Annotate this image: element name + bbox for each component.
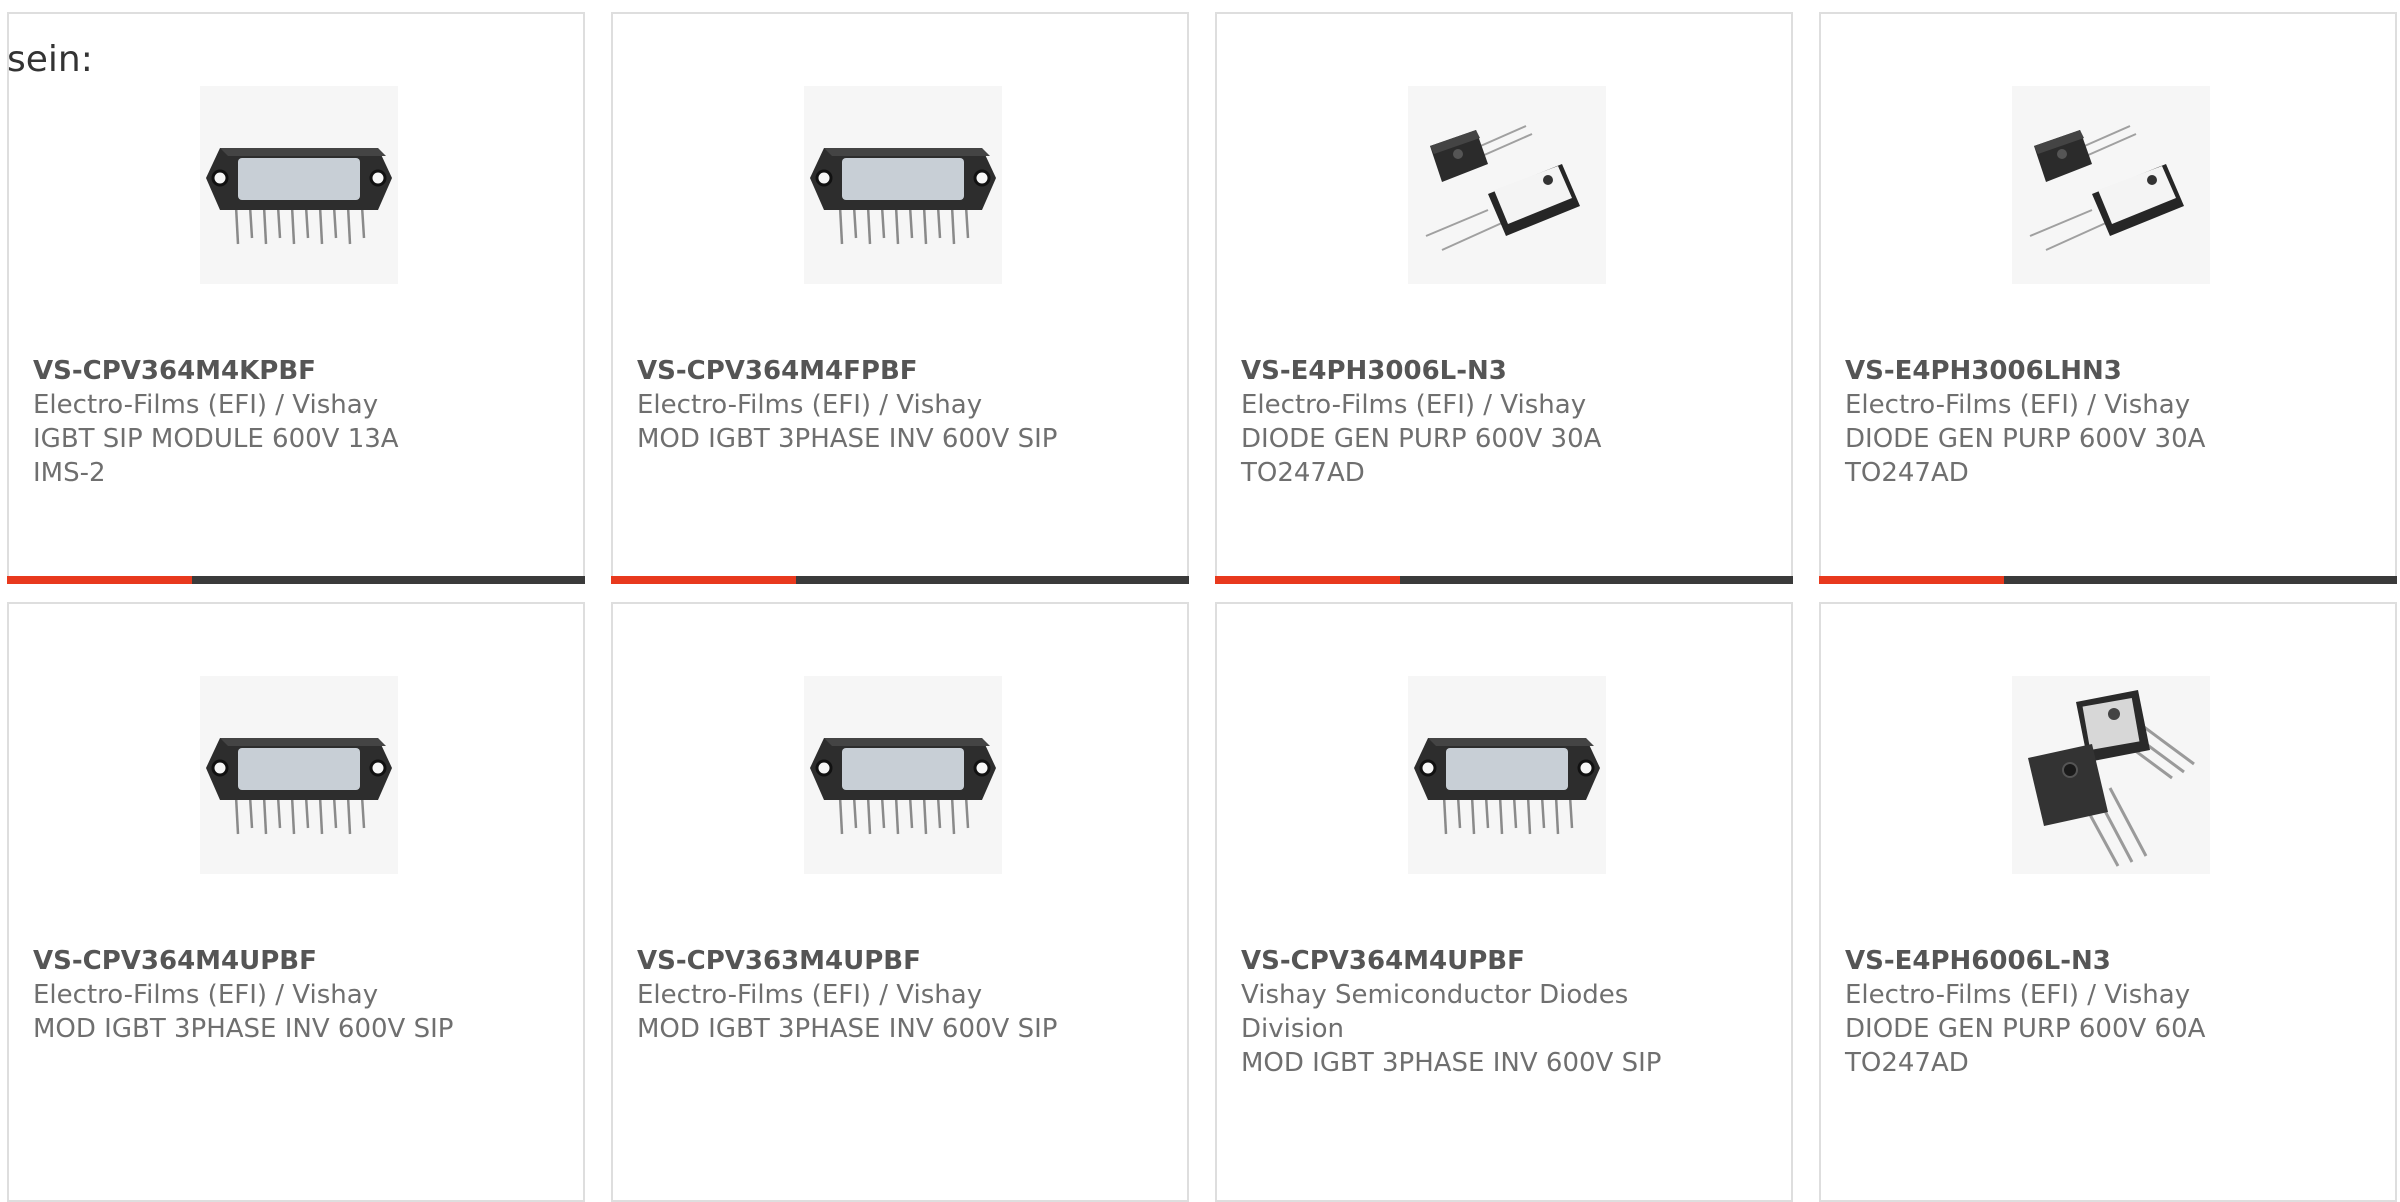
- manufacturer-line-2: Division: [1241, 1014, 1345, 1044]
- product-info: VS-CPV364M4FPBF Electro-Films (EFI) / Vi…: [637, 354, 1163, 456]
- part-number-link[interactable]: VS-CPV364M4KPBF: [33, 354, 559, 388]
- description-line-2: TO247AD: [1241, 458, 1365, 488]
- manufacturer: Electro-Films (EFI) / Vishay: [33, 980, 379, 1010]
- description: DIODE GEN PURP 600V 30A: [1845, 424, 2206, 454]
- to247-2lead-icon[interactable]: [1408, 86, 1606, 284]
- part-number-link[interactable]: VS-E4PH3006L-N3: [1241, 354, 1767, 388]
- sip-module-icon[interactable]: [804, 676, 1002, 874]
- sip-module-icon[interactable]: [200, 676, 398, 874]
- product-info: VS-CPV363M4UPBF Electro-Films (EFI) / Vi…: [637, 944, 1163, 1046]
- to247-2lead-icon[interactable]: [2012, 86, 2210, 284]
- accent-segment: [1819, 576, 2004, 584]
- card-accent-bar: [611, 576, 1189, 584]
- product-info: VS-CPV364M4UPBF Vishay Semiconductor Dio…: [1241, 944, 1767, 1080]
- description: DIODE GEN PURP 600V 30A: [1241, 424, 1602, 454]
- part-number-link[interactable]: VS-CPV364M4UPBF: [1241, 944, 1767, 978]
- manufacturer: Electro-Films (EFI) / Vishay: [1845, 390, 2191, 420]
- product-info: VS-CPV364M4KPBF Electro-Films (EFI) / Vi…: [33, 354, 559, 490]
- product-card[interactable]: VS-CPV363M4UPBF Electro-Films (EFI) / Vi…: [611, 602, 1189, 1202]
- to247-3lead-icon[interactable]: [2012, 676, 2210, 874]
- card-accent-bar: [1819, 576, 2397, 584]
- manufacturer: Electro-Films (EFI) / Vishay: [33, 390, 379, 420]
- accent-segment: [611, 576, 796, 584]
- manufacturer: Electro-Films (EFI) / Vishay: [637, 980, 983, 1010]
- description: DIODE GEN PURP 600V 60A: [1845, 1014, 2206, 1044]
- part-number-link[interactable]: VS-CPV364M4FPBF: [637, 354, 1163, 388]
- part-number-link[interactable]: VS-CPV363M4UPBF: [637, 944, 1163, 978]
- product-info: VS-E4PH3006LHN3 Electro-Films (EFI) / Vi…: [1845, 354, 2371, 490]
- product-card[interactable]: VS-CPV364M4FPBF Electro-Films (EFI) / Vi…: [611, 12, 1189, 584]
- manufacturer: Electro-Films (EFI) / Vishay: [1241, 390, 1587, 420]
- manufacturer: Vishay Semiconductor Diodes: [1241, 980, 1629, 1010]
- manufacturer: Electro-Films (EFI) / Vishay: [637, 390, 983, 420]
- description: MOD IGBT 3PHASE INV 600V SIP: [637, 424, 1058, 454]
- product-card[interactable]: VS-CPV364M4UPBF Electro-Films (EFI) / Vi…: [7, 602, 585, 1202]
- description-line-2: IMS-2: [33, 458, 106, 488]
- description: MOD IGBT 3PHASE INV 600V SIP: [637, 1014, 1058, 1044]
- accent-segment: [7, 576, 192, 584]
- sip-module-icon[interactable]: [200, 86, 398, 284]
- part-number-link[interactable]: VS-E4PH6006L-N3: [1845, 944, 2371, 978]
- description: MOD IGBT 3PHASE INV 600V SIP: [33, 1014, 454, 1044]
- manufacturer: Electro-Films (EFI) / Vishay: [1845, 980, 2191, 1010]
- description-line-2: TO247AD: [1845, 458, 1969, 488]
- description-line-2: TO247AD: [1845, 1048, 1969, 1078]
- product-card[interactable]: VS-E4PH3006L-N3 Electro-Films (EFI) / Vi…: [1215, 12, 1793, 584]
- product-info: VS-E4PH3006L-N3 Electro-Films (EFI) / Vi…: [1241, 354, 1767, 490]
- description: IGBT SIP MODULE 600V 13A: [33, 424, 399, 454]
- product-card[interactable]: VS-E4PH6006L-N3 Electro-Films (EFI) / Vi…: [1819, 602, 2397, 1202]
- product-card[interactable]: VS-E4PH3006LHN3 Electro-Films (EFI) / Vi…: [1819, 12, 2397, 584]
- product-grid: VS-CPV364M4KPBF Electro-Films (EFI) / Vi…: [7, 12, 2400, 1202]
- description: MOD IGBT 3PHASE INV 600V SIP: [1241, 1048, 1662, 1078]
- card-accent-bar: [1215, 576, 1793, 584]
- part-number-link[interactable]: VS-CPV364M4UPBF: [33, 944, 559, 978]
- part-number-link[interactable]: VS-E4PH3006LHN3: [1845, 354, 2371, 388]
- accent-segment: [1215, 576, 1400, 584]
- card-accent-bar: [7, 576, 585, 584]
- intro-text: sein:: [7, 39, 93, 80]
- product-info: VS-CPV364M4UPBF Electro-Films (EFI) / Vi…: [33, 944, 559, 1046]
- product-info: VS-E4PH6006L-N3 Electro-Films (EFI) / Vi…: [1845, 944, 2371, 1080]
- product-card[interactable]: VS-CPV364M4UPBF Vishay Semiconductor Dio…: [1215, 602, 1793, 1202]
- sip-module-icon[interactable]: [804, 86, 1002, 284]
- product-card[interactable]: VS-CPV364M4KPBF Electro-Films (EFI) / Vi…: [7, 12, 585, 584]
- sip-module-icon[interactable]: [1408, 676, 1606, 874]
